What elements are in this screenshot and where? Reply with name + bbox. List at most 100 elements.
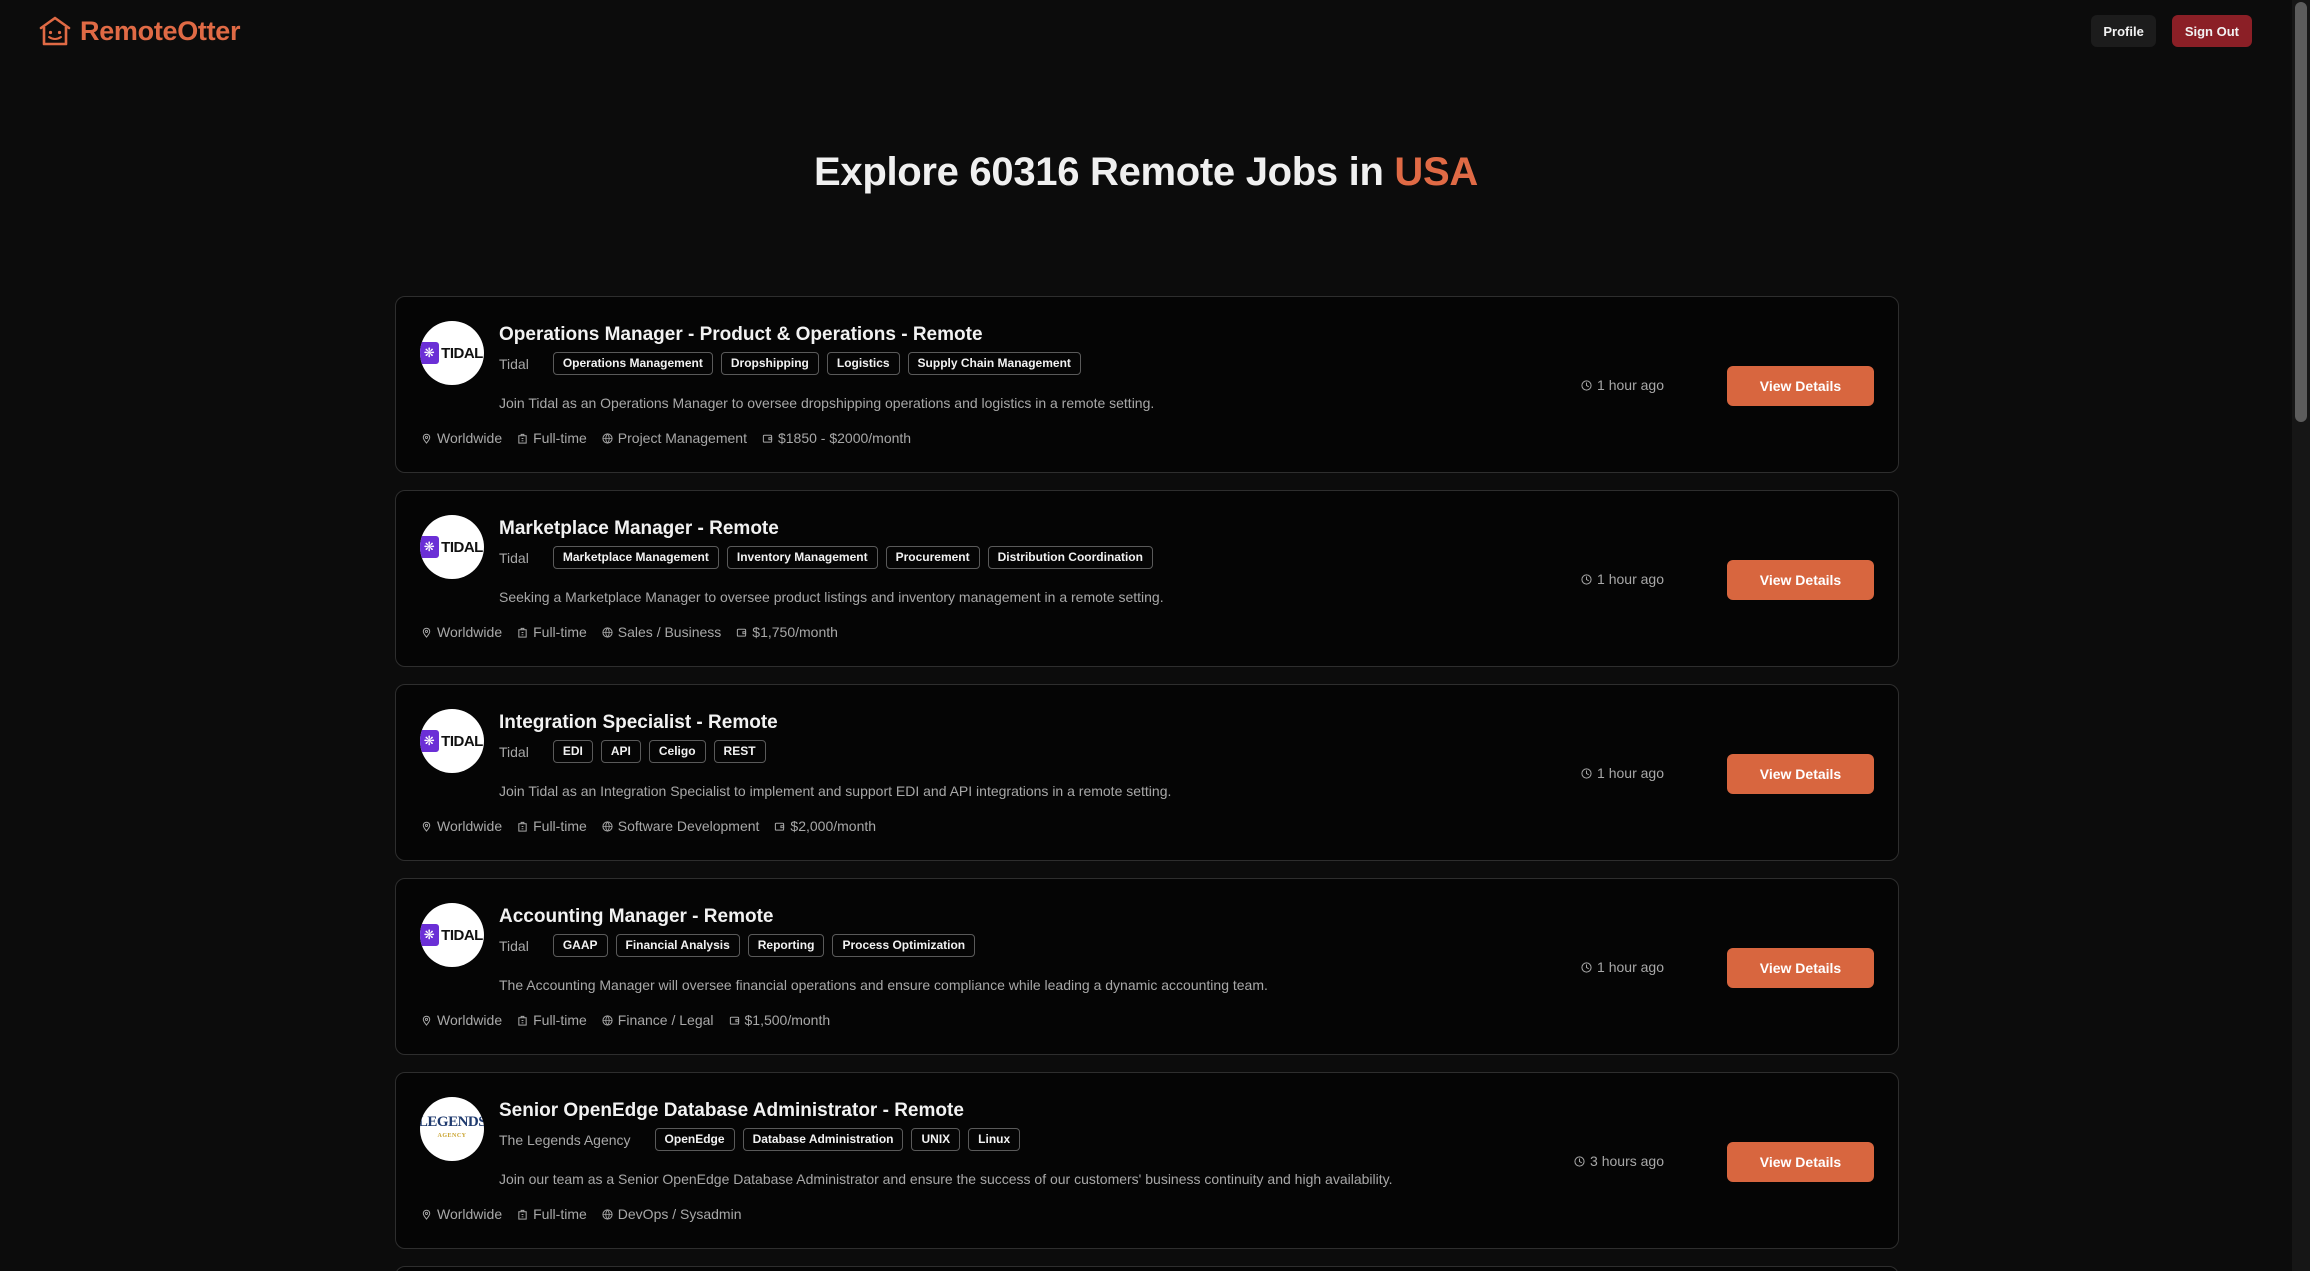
skill-tag: Operations Management xyxy=(552,352,713,375)
clock-icon xyxy=(1581,767,1592,779)
meta-type: Full-time xyxy=(517,1012,587,1028)
otter-house-icon xyxy=(39,16,71,46)
logo[interactable]: RemoteOtter xyxy=(38,15,241,47)
building-icon xyxy=(518,627,527,638)
meta-salary-text: $1,750/month xyxy=(752,624,838,640)
company-row: Tidal EDI API Celigo REST xyxy=(499,740,766,763)
scrollbar-thumb[interactable] xyxy=(2295,2,2307,422)
meta-type-text: Full-time xyxy=(533,1206,587,1222)
tidal-logo-word: TIDAL xyxy=(441,538,483,556)
job-description: Join Tidal as an Integration Specialist … xyxy=(499,783,1172,799)
globe-icon xyxy=(602,626,613,638)
job-card-partial[interactable] xyxy=(395,1266,1899,1271)
clock-icon xyxy=(1574,1155,1585,1167)
tidal-logo-word: TIDAL xyxy=(441,344,483,362)
meta-location-text: Worldwide xyxy=(437,1206,503,1222)
skill-tag: Inventory Management xyxy=(726,546,878,569)
view-details-button[interactable]: View Details xyxy=(1727,754,1874,794)
job-card[interactable]: ❋ TIDAL Marketplace Manager - Remote Tida… xyxy=(395,490,1899,667)
map-pin-icon xyxy=(422,433,431,444)
meta-salary-text: $2,000/month xyxy=(790,818,877,834)
map-pin-icon xyxy=(422,627,431,638)
meta-location: Worldwide xyxy=(421,818,502,834)
company-logo: LEGENDS AGENCY xyxy=(420,1097,484,1161)
meta-category-text: Sales / Business xyxy=(617,624,722,640)
skill-tag: UNIX xyxy=(911,1128,961,1151)
job-card[interactable]: ❋ TIDAL Integration Specialist - Remote T… xyxy=(395,684,1899,861)
skill-tag: EDI xyxy=(552,740,593,763)
job-description: Join our team as a Senior OpenEdge Datab… xyxy=(499,1171,1393,1187)
globe-icon xyxy=(602,1208,613,1220)
profile-button[interactable]: Profile xyxy=(2091,15,2156,47)
posted-time: 1 hour ago xyxy=(1581,765,1664,781)
meta-category-text: Finance / Legal xyxy=(617,1012,714,1028)
job-meta: Worldwide Full-time Project Management $185… xyxy=(421,430,911,446)
view-details-button[interactable]: View Details xyxy=(1727,366,1874,406)
meta-type-text: Full-time xyxy=(533,818,587,834)
meta-location: Worldwide xyxy=(421,1012,502,1028)
view-details-button[interactable]: View Details xyxy=(1727,560,1874,600)
meta-location-text: Worldwide xyxy=(437,1012,503,1028)
map-pin-icon xyxy=(422,1209,431,1220)
job-title[interactable]: Senior OpenEdge Database Administrator -… xyxy=(499,1100,964,1122)
company-row: Tidal GAAP Financial Analysis Reporting Pro… xyxy=(499,934,976,957)
job-title[interactable]: Accounting Manager - Remote xyxy=(499,906,773,928)
sparkle-icon: ❋ xyxy=(420,536,440,558)
company-row: The Legends Agency OpenEdge Database Admi… xyxy=(499,1128,1021,1151)
posted-time-text: 3 hours ago xyxy=(1590,1153,1664,1169)
skill-tag: GAAP xyxy=(552,934,608,957)
skill-tag: Logistics xyxy=(826,352,900,375)
job-meta: Worldwide Full-time Software Development $2… xyxy=(421,818,876,834)
globe-icon xyxy=(602,820,613,832)
meta-location: Worldwide xyxy=(421,1206,502,1222)
sign-out-button[interactable]: Sign Out xyxy=(2171,15,2252,47)
job-meta: Worldwide Full-time Finance / Legal $1,500/… xyxy=(421,1012,830,1028)
wallet-icon xyxy=(762,434,773,443)
company-name: Tidal xyxy=(499,549,529,566)
meta-category: Finance / Legal xyxy=(602,1012,714,1028)
sparkle-icon: ❋ xyxy=(420,342,440,364)
company-name: Tidal xyxy=(499,355,529,372)
map-pin-icon xyxy=(422,821,431,832)
building-icon xyxy=(518,433,527,444)
meta-salary: $1,750/month xyxy=(736,624,838,640)
sparkle-icon: ❋ xyxy=(420,730,440,752)
clock-icon xyxy=(1581,961,1592,973)
building-icon xyxy=(518,1209,527,1220)
meta-category: Sales / Business xyxy=(602,624,722,640)
tidal-logo-word: TIDAL xyxy=(441,732,483,750)
posted-time: 3 hours ago xyxy=(1574,1153,1664,1169)
job-card[interactable]: ❋ TIDAL Accounting Manager - Remote Tidal… xyxy=(395,878,1899,1055)
job-card[interactable]: LEGENDS AGENCY Senior OpenEdge Database A… xyxy=(395,1072,1899,1249)
scrollbar[interactable] xyxy=(2292,0,2310,1271)
meta-location-text: Worldwide xyxy=(437,818,503,834)
job-description: The Accounting Manager will oversee fina… xyxy=(499,977,1268,993)
job-title[interactable]: Operations Manager - Product & Operation… xyxy=(499,324,983,346)
skill-tag: Procurement xyxy=(885,546,980,569)
view-details-button[interactable]: View Details xyxy=(1727,1142,1874,1182)
building-icon xyxy=(518,821,527,832)
meta-location: Worldwide xyxy=(421,430,502,446)
skill-tag: Celigo xyxy=(648,740,706,763)
posted-time-text: 1 hour ago xyxy=(1597,571,1664,587)
meta-type-text: Full-time xyxy=(533,624,587,640)
skill-tag: OpenEdge xyxy=(654,1128,735,1151)
company-name: Tidal xyxy=(499,743,529,760)
job-title[interactable]: Integration Specialist - Remote xyxy=(499,712,778,734)
job-card[interactable]: ❋ TIDAL Operations Manager - Product & Op… xyxy=(395,296,1899,473)
view-details-button[interactable]: View Details xyxy=(1727,948,1874,988)
job-title[interactable]: Marketplace Manager - Remote xyxy=(499,518,779,540)
wallet-icon xyxy=(737,628,747,637)
meta-salary-text: $1850 - $2000/month xyxy=(777,430,912,446)
company-name: The Legends Agency xyxy=(499,1131,631,1148)
logo-text: RemoteOtter xyxy=(80,15,241,46)
company-row: Tidal Operations Management Dropshipping L… xyxy=(499,352,1081,375)
map-pin-icon xyxy=(422,1015,431,1026)
page: RemoteOtter Profile Sign Out Explore 603… xyxy=(0,0,2310,1271)
clock-icon xyxy=(1581,379,1592,391)
page-title-prefix: Explore 60316 Remote Jobs in xyxy=(814,150,1395,194)
meta-type: Full-time xyxy=(517,624,587,640)
meta-category: DevOps / Sysadmin xyxy=(602,1206,742,1222)
job-meta: Worldwide Full-time DevOps / Sysadmin xyxy=(421,1206,742,1222)
posted-time: 1 hour ago xyxy=(1581,571,1664,587)
